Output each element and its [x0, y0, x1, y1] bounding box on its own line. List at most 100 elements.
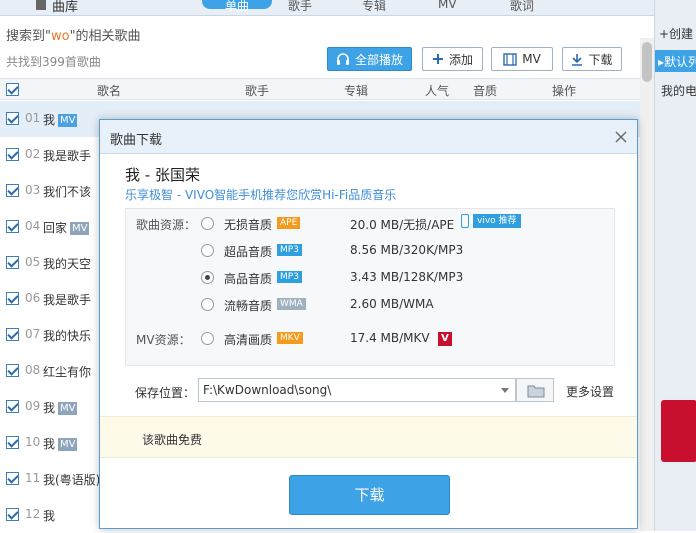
row-number: 04 [25, 219, 41, 233]
quality-radio-super[interactable] [201, 244, 214, 257]
song-title[interactable]: 我是歌手 [43, 147, 91, 164]
song-resource-label: 歌曲资源： [136, 218, 197, 232]
mv-button[interactable]: MV [491, 47, 553, 71]
quality-radio-mv-hd[interactable] [201, 332, 214, 345]
phone-icon [461, 214, 469, 228]
song-title[interactable]: 我 [43, 507, 55, 524]
tab-singer[interactable]: 歌手 [288, 0, 312, 14]
library-icon [36, 0, 46, 10]
row-number: 12 [25, 507, 41, 521]
song-title-text: 回家 [43, 221, 68, 235]
tab-album[interactable]: 专辑 [362, 0, 386, 14]
browse-folder-button[interactable] [516, 378, 554, 402]
library-label[interactable]: 曲库 [52, 0, 78, 15]
header-album[interactable]: 专辑 [344, 82, 368, 99]
song-title[interactable]: 我是歌手 [43, 291, 91, 308]
row-checkbox[interactable] [6, 256, 19, 269]
song-download-dialog: 歌曲下载 我 - 张国荣 乐享极智 - VIVO智能手机推荐您欣赏Hi-Fi品质… [99, 119, 638, 529]
list-scrollbar[interactable] [640, 38, 654, 531]
mv-badge[interactable]: MV [58, 438, 78, 451]
default-playlist-item[interactable]: ▸默认列 [655, 50, 696, 72]
save-path-input[interactable] [199, 379, 489, 401]
create-playlist-button[interactable]: +创建 [659, 25, 693, 42]
dialog-title: 歌曲下载 [110, 133, 163, 148]
row-number: 02 [25, 147, 41, 161]
row-checkbox[interactable] [6, 328, 19, 341]
playlist-panel: +创建 ▸默认列 我的电 [654, 0, 696, 531]
song-title[interactable]: 红尘有你 [43, 363, 91, 380]
top-tab-bar: 曲库 单曲 歌手 专辑 MV 歌词 [0, 0, 654, 16]
download-icon [572, 53, 583, 66]
more-settings-link[interactable]: 更多设置 [566, 383, 614, 400]
vivo-recommend-badge: vivo 推荐 [473, 214, 521, 228]
mv-resource-label: MV资源： [136, 333, 191, 347]
row-checkbox[interactable] [6, 436, 19, 449]
row-number: 09 [25, 399, 41, 413]
row-checkbox[interactable] [6, 508, 19, 521]
film-icon [503, 52, 517, 66]
quality-radio-lossless[interactable] [201, 217, 214, 230]
song-title[interactable]: 我 MV [43, 111, 78, 128]
song-title[interactable]: 回家 MV [43, 219, 90, 236]
quality-radio-smooth[interactable] [201, 298, 214, 311]
scrollbar-thumb[interactable] [642, 42, 652, 82]
song-title[interactable]: 我的快乐 [43, 327, 91, 344]
header-song[interactable]: 歌名 [97, 82, 121, 99]
quality-name: 超品音质 [224, 245, 273, 259]
row-number: 10 [25, 435, 41, 449]
song-title[interactable]: 我(粤语版) [43, 471, 100, 488]
row-checkbox[interactable] [6, 292, 19, 305]
mv-badge[interactable]: MV [58, 114, 78, 127]
free-notice-text: 该歌曲免费 [142, 433, 203, 447]
row-checkbox[interactable] [6, 184, 19, 197]
search-result-title: 搜索到"wo"的相关歌曲 [6, 25, 141, 44]
red-envelope-ad-image[interactable] [661, 400, 696, 462]
row-checkbox[interactable] [6, 220, 19, 233]
quality-info: 17.4 MB/MKV [350, 331, 430, 345]
plus-icon [432, 54, 443, 64]
select-all-checkbox[interactable] [6, 83, 19, 96]
play-all-label: 全部播放 [354, 52, 403, 67]
my-computer-item[interactable]: 我的电 [661, 82, 696, 99]
folder-icon [527, 385, 545, 398]
row-checkbox[interactable] [6, 112, 19, 125]
row-checkbox[interactable] [6, 364, 19, 377]
quality-info: 2.60 MB/WMA [350, 297, 434, 311]
vivo-promo-link[interactable]: 乐享极智 - VIVO智能手机推荐您欣赏Hi-Fi品质音乐 [125, 186, 396, 203]
mv-badge[interactable]: MV [70, 222, 90, 235]
save-path-field[interactable] [198, 378, 516, 402]
batch-download-button[interactable]: 下载 [562, 47, 622, 71]
tab-lyrics[interactable]: 歌词 [510, 0, 534, 14]
headphones-icon [336, 53, 349, 65]
quality-info: 8.56 MB/320K/MP3 [350, 243, 464, 257]
row-number: 06 [25, 291, 41, 305]
row-checkbox[interactable] [6, 148, 19, 161]
row-number: 03 [25, 183, 41, 197]
header-popularity[interactable]: 人气 [425, 82, 449, 99]
mv-badge[interactable]: MV [58, 402, 78, 415]
row-checkbox[interactable] [6, 472, 19, 485]
header-operation: 操作 [552, 84, 577, 98]
song-title[interactable]: 我 MV [43, 399, 78, 416]
add-button[interactable]: 添加 [422, 47, 483, 71]
tab-mv[interactable]: MV [438, 0, 457, 11]
quality-name: 高品音质 [224, 272, 273, 286]
play-all-button[interactable]: 全部播放 [327, 47, 412, 71]
song-title[interactable]: 我 MV [43, 435, 78, 452]
chevron-down-icon[interactable] [501, 388, 509, 393]
header-singer[interactable]: 歌手 [245, 82, 269, 99]
song-title[interactable]: 我的天空 [43, 255, 91, 272]
song-list-header: 歌名 歌手 专辑 人气 音质 操作 [0, 78, 640, 100]
header-quality[interactable]: 音质 [473, 82, 497, 99]
tab-single[interactable]: 单曲 [202, 0, 272, 13]
download-button[interactable]: 下载 [289, 475, 450, 515]
row-checkbox[interactable] [6, 400, 19, 413]
result-count: 共找到399首歌曲 [6, 55, 101, 69]
close-icon[interactable] [614, 130, 628, 144]
vip-badge: V [438, 332, 452, 346]
song-title-text: 我 [43, 437, 56, 451]
dialog-titlebar: 歌曲下载 [100, 120, 637, 154]
quality-radio-high[interactable] [201, 271, 214, 284]
row-number: 05 [25, 255, 41, 269]
song-title[interactable]: 我们不该 [43, 183, 91, 200]
